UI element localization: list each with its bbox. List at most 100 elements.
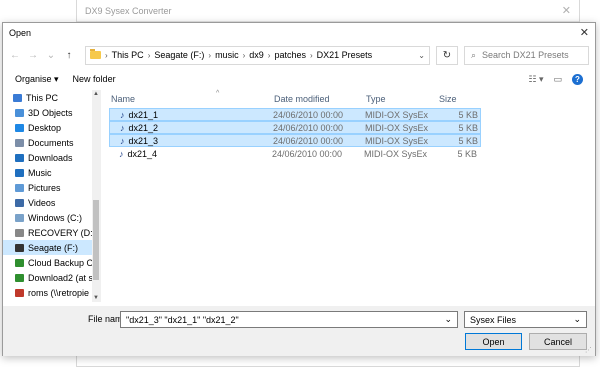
- file-name-cell: ♪ dx21_2: [120, 123, 273, 133]
- open-button[interactable]: Open: [465, 333, 522, 350]
- sidebar-item-this-pc[interactable]: This PC: [3, 90, 100, 105]
- sidebar-item-seagate-f[interactable]: Seagate (F:): [3, 240, 100, 255]
- preview-pane-icon[interactable]: ▭: [553, 74, 562, 85]
- command-toolbar: Organise ▾ New folder ☷ ▾ ▭ ?: [3, 68, 595, 90]
- navigation-bar: ← → ⌄ ↑ › This PC › Seagate (F:) › music…: [3, 42, 595, 68]
- resize-grip-icon[interactable]: ⋰: [585, 346, 592, 354]
- file-type: MIDI-OX SysEx: [365, 122, 429, 133]
- chevron-up-icon[interactable]: ▲: [92, 91, 100, 97]
- file-list: ^ Name Date modified Type Size ♪ dx21_1 …: [101, 90, 595, 302]
- chevron-down-icon[interactable]: ⌄: [444, 314, 452, 325]
- download-icon: [15, 153, 24, 162]
- sidebar-item-label: This PC: [26, 92, 59, 103]
- column-header-type[interactable]: Type: [366, 94, 439, 104]
- file-name-cell: ♪ dx21_1: [120, 110, 273, 120]
- cancel-button[interactable]: Cancel: [529, 333, 587, 350]
- file-name: dx21_4: [127, 148, 158, 159]
- video-icon: [15, 198, 24, 207]
- up-icon[interactable]: ↑: [63, 50, 75, 61]
- sidebar-item-label: Pictures: [28, 182, 61, 193]
- chevron-down-icon: ⌄: [573, 314, 581, 324]
- breadcrumb-dx21-presets[interactable]: DX21 Presets: [317, 50, 373, 60]
- table-row[interactable]: ♪ dx21_4 24/06/2010 00:00 MIDI-OX SysEx …: [109, 147, 481, 160]
- drive-icon: [15, 213, 24, 222]
- background-titlebar: DX9 Sysex Converter ✕: [77, 0, 579, 22]
- sidebar-scrollbar[interactable]: ▲ ▼: [92, 90, 100, 302]
- sidebar-item-cloud-backup[interactable]: Cloud Backup O: [3, 255, 100, 270]
- help-icon[interactable]: ?: [572, 73, 583, 85]
- sidebar-item-music[interactable]: Music: [3, 165, 100, 180]
- recent-locations-icon[interactable]: ⌄: [45, 50, 57, 61]
- refresh-icon: ↻: [442, 49, 452, 61]
- file-name: dx21_3: [128, 135, 159, 146]
- sidebar-item-desktop[interactable]: Desktop: [3, 120, 100, 135]
- midi-file-icon: ♪: [120, 135, 125, 146]
- forward-icon[interactable]: →: [27, 50, 39, 61]
- chevron-down-icon[interactable]: ⌄: [418, 51, 425, 60]
- file-date: 24/06/2010 00:00: [272, 148, 343, 159]
- midi-file-icon: ♪: [120, 109, 125, 120]
- drive-icon: [15, 228, 24, 237]
- sidebar-item-windows-c[interactable]: Windows (C:): [3, 210, 100, 225]
- new-folder-button[interactable]: New folder: [73, 74, 116, 84]
- chevron-right-icon: ›: [147, 50, 151, 60]
- drive-icon: [15, 243, 24, 252]
- file-type-select[interactable]: Sysex Files ⌄: [464, 311, 587, 328]
- sidebar-item-label: RECOVERY (D:): [28, 227, 96, 238]
- sidebar-item-label: Seagate (F:): [28, 242, 79, 253]
- back-icon[interactable]: ←: [9, 50, 21, 61]
- close-icon[interactable]: ✕: [580, 26, 589, 39]
- sidebar-item-recovery-d[interactable]: RECOVERY (D:): [3, 225, 100, 240]
- column-header-name[interactable]: Name: [111, 94, 274, 104]
- table-row[interactable]: ♪ dx21_2 24/06/2010 00:00 MIDI-OX SysEx …: [109, 121, 481, 134]
- file-name-input[interactable]: "dx21_3" "dx21_1" "dx21_2" ⌄: [120, 311, 458, 328]
- sidebar-item-roms[interactable]: roms (\\retropie: [3, 285, 100, 300]
- breadcrumb-this-pc[interactable]: This PC: [112, 50, 144, 60]
- breadcrumb-seagate[interactable]: Seagate (F:): [154, 50, 204, 60]
- chevron-right-icon: ›: [105, 50, 108, 60]
- file-size: 5 KB: [457, 148, 477, 159]
- file-date: 24/06/2010 00:00: [273, 122, 344, 133]
- scrollbar-thumb[interactable]: [93, 200, 99, 280]
- search-input[interactable]: ⌕ Search DX21 Presets: [464, 45, 589, 65]
- close-icon[interactable]: ✕: [562, 4, 571, 17]
- network-drive-icon: [15, 288, 24, 297]
- sidebar-item-label: Downloads: [28, 152, 73, 163]
- sidebar-item-pictures[interactable]: Pictures: [3, 180, 100, 195]
- column-header-size[interactable]: Size: [439, 94, 487, 104]
- breadcrumb-dx9[interactable]: dx9: [249, 50, 264, 60]
- file-list-header: Name Date modified Type Size: [101, 90, 595, 108]
- refresh-button[interactable]: ↻: [436, 45, 458, 65]
- sidebar-item-3d-objects[interactable]: 3D Objects: [3, 105, 100, 120]
- address-bar[interactable]: › This PC › Seagate (F:) › music › dx9 ›…: [85, 45, 430, 65]
- chevron-right-icon: ›: [267, 50, 271, 60]
- file-size: 5 KB: [458, 109, 478, 120]
- sidebar-item-label: Desktop: [28, 122, 62, 133]
- midi-file-icon: ♪: [119, 148, 124, 159]
- file-date: 24/06/2010 00:00: [273, 135, 344, 146]
- search-icon: ⌕: [471, 49, 477, 60]
- file-name: dx21_2: [128, 122, 159, 133]
- chevron-down-icon[interactable]: ▼: [92, 295, 100, 301]
- sidebar-item-documents[interactable]: Documents: [3, 135, 100, 150]
- file-type-value: Sysex Files: [470, 314, 517, 325]
- column-header-date-modified[interactable]: Date modified: [274, 94, 366, 104]
- cube-icon: [15, 108, 24, 117]
- sidebar-item-label: Cloud Backup O: [28, 257, 94, 268]
- sidebar-item-downloads[interactable]: Downloads: [3, 150, 100, 165]
- organise-button[interactable]: Organise ▾: [15, 74, 59, 85]
- desktop-icon: [15, 123, 24, 132]
- music-icon: [15, 168, 24, 177]
- dialog-footer: File name: "dx21_3" "dx21_1" "dx21_2" ⌄ …: [3, 306, 595, 356]
- sidebar-item-download2[interactable]: Download2 (at s: [3, 270, 100, 285]
- table-row[interactable]: ♪ dx21_3 24/06/2010 00:00 MIDI-OX SysEx …: [109, 134, 481, 147]
- breadcrumb-music[interactable]: music: [215, 50, 239, 60]
- table-row[interactable]: ♪ dx21_1 24/06/2010 00:00 MIDI-OX SysEx …: [109, 108, 481, 121]
- sidebar-item-label: Videos: [28, 197, 56, 208]
- computer-icon: [13, 93, 22, 102]
- document-icon: [15, 138, 24, 147]
- folder-icon: [90, 49, 101, 59]
- breadcrumb-patches[interactable]: patches: [274, 50, 306, 60]
- sidebar-item-videos[interactable]: Videos: [3, 195, 100, 210]
- view-options-icon[interactable]: ☷ ▾: [528, 74, 543, 85]
